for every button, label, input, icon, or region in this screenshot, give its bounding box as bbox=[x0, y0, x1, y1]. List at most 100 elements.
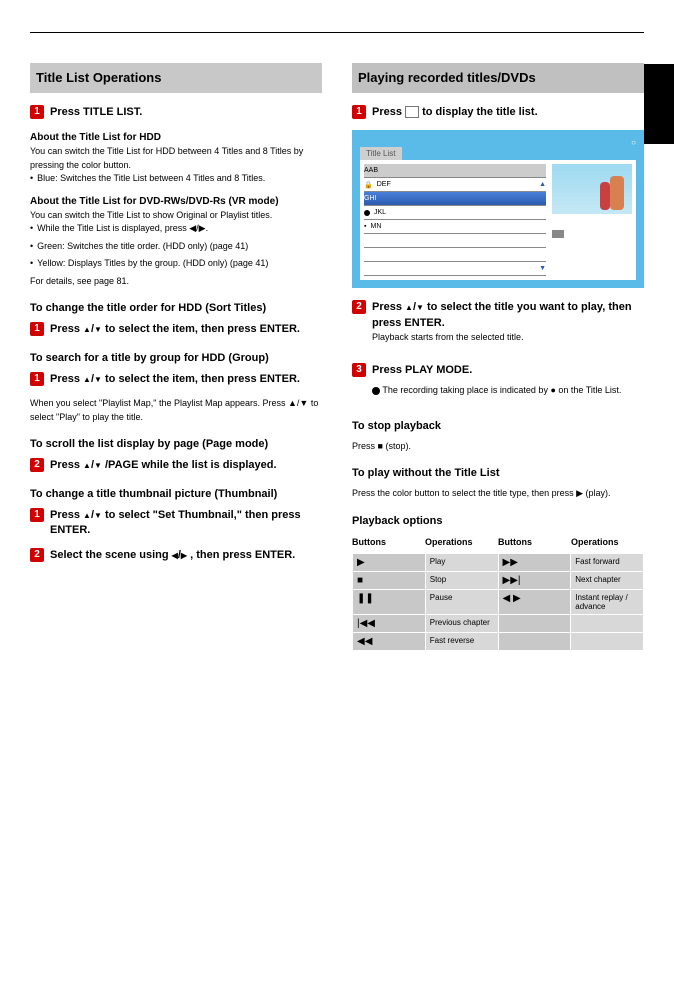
note-title: About the Title List for DVD-RWs/DVD-Rs … bbox=[30, 194, 322, 209]
step-text: Press / to select the item, then press E… bbox=[50, 372, 322, 387]
left-section-header: Title List Operations bbox=[30, 63, 322, 93]
thumb-heading: To change a title thumbnail picture (Thu… bbox=[30, 488, 322, 500]
sort-step: 1 Press / Press ▲/▼ to select the item, … bbox=[30, 322, 322, 337]
recording-dot-icon bbox=[364, 210, 370, 216]
top-rule bbox=[30, 32, 644, 33]
list-item[interactable] bbox=[364, 248, 546, 262]
control-label-cell: Instant replay / advance bbox=[571, 589, 644, 614]
note-title: About the Title List for HDD bbox=[30, 130, 322, 145]
see-ref: For details, see page 81. bbox=[30, 275, 322, 289]
step-label: Press bbox=[50, 459, 83, 471]
prev-chapter-icon: |◀◀ bbox=[357, 618, 375, 629]
scroll-heading: To scroll the list display by page (Page… bbox=[30, 438, 322, 450]
arrow-up-icon bbox=[83, 323, 91, 335]
step-text: Press / Press ▲/▼ to select the item, th… bbox=[50, 322, 322, 337]
list-item[interactable]: JKL bbox=[364, 206, 546, 220]
control-button-cell: ▶▶| bbox=[498, 571, 571, 589]
arrow-up-icon bbox=[83, 459, 91, 471]
box-icon: ▪ bbox=[364, 223, 366, 230]
recording-dot-icon bbox=[372, 387, 380, 395]
left-column: Title List Operations 1 Press TITLE LIST… bbox=[30, 63, 322, 651]
pause-icon: ❚❚ bbox=[357, 593, 374, 604]
control-label-cell: Fast reverse bbox=[425, 632, 498, 650]
control-button-cell: ▶▶ bbox=[498, 553, 571, 571]
right-step-3: 3 Press PLAY MODE. The recording taking … bbox=[352, 363, 644, 406]
right-section-header: Playing recorded titles/DVDs bbox=[352, 63, 644, 93]
shot-list: AAB 🔒DEF▲ GHI JKL ▪MN ▼ bbox=[364, 164, 546, 276]
control-label-cell bbox=[571, 632, 644, 650]
step-text: Press PLAY MODE. The recording taking pl… bbox=[372, 363, 644, 406]
scroll-down-icon[interactable]: ▼ bbox=[539, 265, 546, 272]
freeze-body: Press the color button to select the tit… bbox=[352, 487, 644, 501]
note-body: You can switch the Title List for HDD be… bbox=[30, 145, 322, 172]
control-label-cell: Previous chapter bbox=[425, 614, 498, 632]
step-label: Press bbox=[50, 509, 83, 521]
arrow-up-icon bbox=[83, 509, 91, 521]
control-label-cell: Stop bbox=[425, 571, 498, 589]
bullet-item: Green: Switches the title order. (HDD on… bbox=[30, 240, 322, 254]
freeze-heading: To play without the Title List bbox=[352, 467, 644, 479]
controls-header: Buttons Operations Buttons Operations bbox=[352, 537, 644, 547]
shot-tab: Title List bbox=[360, 147, 402, 160]
next-chapter-icon: ▶▶| bbox=[503, 575, 521, 586]
step-number-icon: 1 bbox=[30, 508, 44, 522]
control-button-cell: ◀ ▶ bbox=[498, 589, 571, 614]
left-step-1: 1 Press TITLE LIST. bbox=[30, 105, 322, 120]
thumb-step-2: 2 Select the scene using / , then press … bbox=[30, 548, 322, 563]
lock-icon: 🔒 bbox=[364, 181, 373, 189]
mini-icon bbox=[552, 230, 564, 238]
control-button-cell: ■ bbox=[353, 571, 426, 589]
bullet-item: Blue: Switches the Title List between 4 … bbox=[30, 172, 322, 186]
side-tab bbox=[644, 64, 674, 144]
stop-body: Press ■ (stop). bbox=[352, 440, 644, 454]
bullet-item: Yellow: Displays Titles by the group. (H… bbox=[30, 257, 322, 271]
step-label: Press bbox=[50, 323, 83, 335]
step-number-icon: 2 bbox=[30, 548, 44, 562]
control-button-cell bbox=[498, 614, 571, 632]
right-column: Playing recorded titles/DVDs 1 Press to … bbox=[352, 63, 644, 651]
note-block: About the Title List for DVD-RWs/DVD-Rs … bbox=[30, 194, 322, 289]
step-number-icon: 2 bbox=[352, 300, 366, 314]
step-text: Press TITLE LIST. bbox=[50, 105, 322, 120]
step-text: Select the scene using / , then press EN… bbox=[50, 548, 322, 563]
list-item[interactable] bbox=[364, 234, 546, 248]
arrow-right-icon bbox=[181, 549, 187, 561]
scroll-step: 2 Press / /PAGE while the list is displa… bbox=[30, 458, 322, 473]
stop-heading: To stop playback bbox=[352, 420, 644, 432]
group-note: When you select "Playlist Map," the Play… bbox=[30, 397, 322, 424]
note-body: You can switch the Title List to show Or… bbox=[30, 209, 322, 223]
step-tail: , then press ENTER. bbox=[190, 549, 295, 561]
step-number-icon: 1 bbox=[30, 322, 44, 336]
shot-top: ○ bbox=[360, 138, 636, 147]
list-item[interactable]: ▪MN bbox=[364, 220, 546, 234]
control-label-cell bbox=[571, 614, 644, 632]
step-label: Select the scene using bbox=[50, 549, 172, 561]
control-label-cell: Next chapter bbox=[571, 571, 644, 589]
arrow-left-icon bbox=[172, 549, 178, 561]
control-button-cell bbox=[498, 632, 571, 650]
control-label-cell: Play bbox=[425, 553, 498, 571]
controls-table: ▶ Play ▶▶ Fast forward ■ Stop ▶▶| Next c… bbox=[352, 553, 644, 651]
step-number-icon: 1 bbox=[30, 372, 44, 386]
table-row: ◀◀ Fast reverse bbox=[353, 632, 644, 650]
list-item-selected[interactable]: GHI bbox=[364, 192, 546, 206]
list-item[interactable]: ▼ bbox=[364, 262, 546, 276]
step-label: Press bbox=[50, 373, 83, 385]
note-block: About the Title List for HDD You can swi… bbox=[30, 130, 322, 186]
shot-body: AAB 🔒DEF▲ GHI JKL ▪MN ▼ bbox=[360, 160, 636, 280]
stop-icon: ■ bbox=[357, 575, 371, 586]
step-tail: to select the item, then press ENTER. bbox=[105, 373, 300, 385]
step-note: The recording taking place is indicated … bbox=[372, 384, 644, 398]
scroll-up-icon[interactable]: ▲ bbox=[539, 181, 546, 188]
thumb-step-1: 1 Press / to select "Set Thumbnail," the… bbox=[30, 508, 322, 539]
group-step-1: 1 Press / to select the item, then press… bbox=[30, 372, 322, 387]
table-row: |◀◀ Previous chapter bbox=[353, 614, 644, 632]
arrow-up-icon bbox=[83, 373, 91, 385]
title-list-button-icon bbox=[405, 106, 419, 118]
control-label-cell: Pause bbox=[425, 589, 498, 614]
list-item[interactable]: 🔒DEF▲ bbox=[364, 178, 546, 192]
list-item[interactable]: AAB bbox=[364, 164, 546, 178]
control-button-cell: |◀◀ bbox=[353, 614, 426, 632]
right-step-1: 1 Press to display the title list. bbox=[352, 105, 644, 120]
table-row: ■ Stop ▶▶| Next chapter bbox=[353, 571, 644, 589]
